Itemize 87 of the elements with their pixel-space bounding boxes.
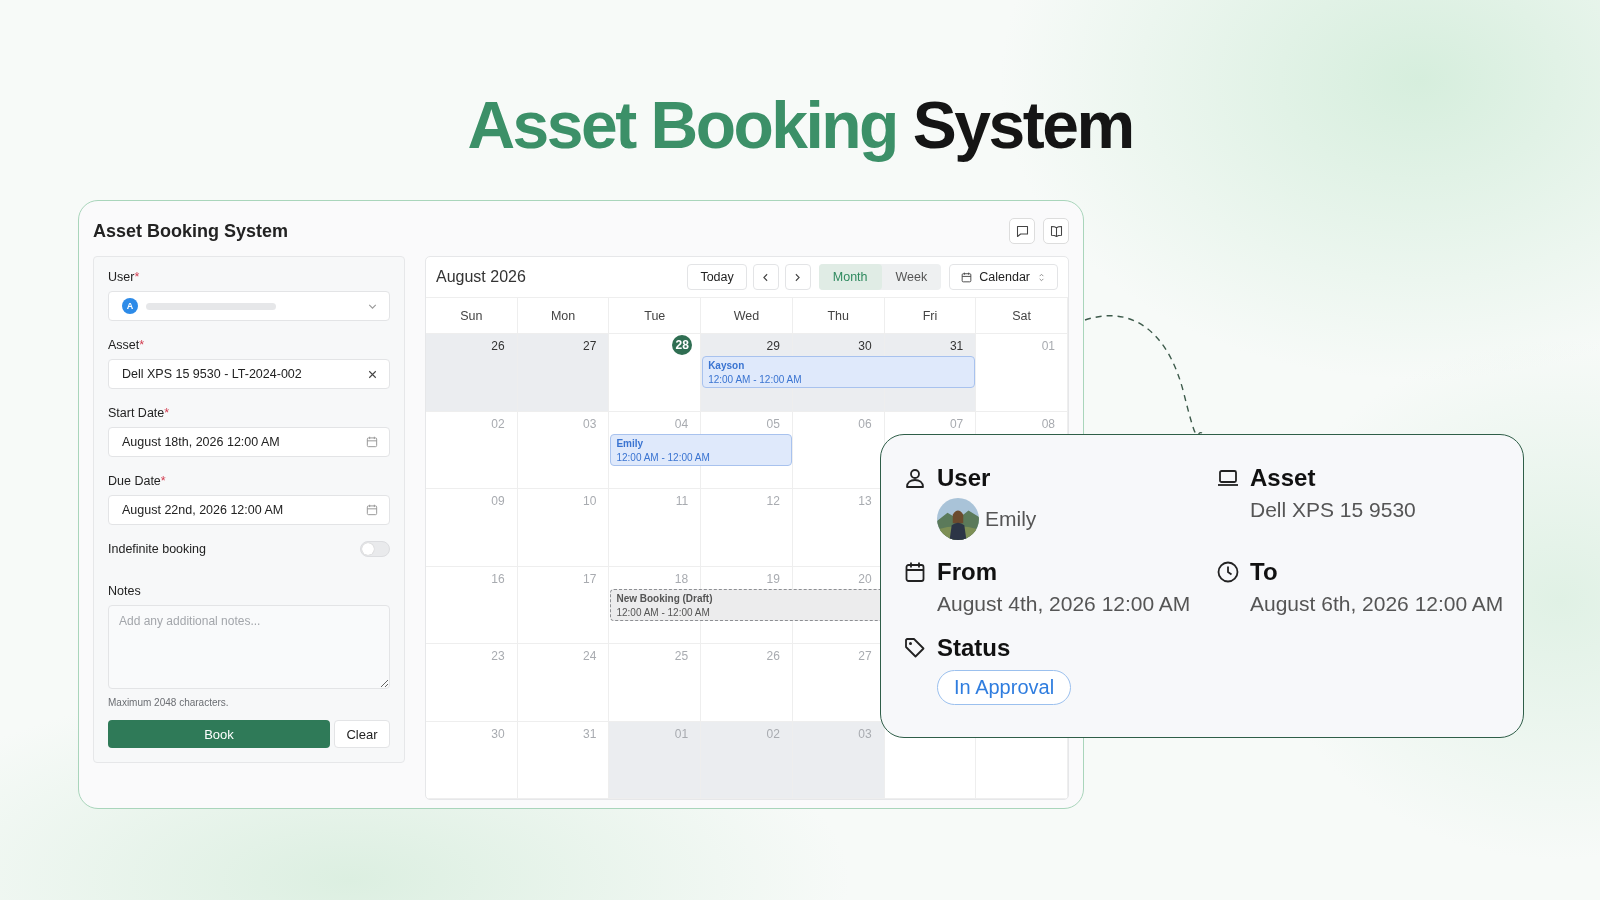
booking-event[interactable]: Kayson 12:00 AM - 12:00 AM bbox=[702, 356, 976, 388]
weekday-label: Thu bbox=[792, 298, 885, 333]
notes-field[interactable]: Add any additional notes... bbox=[108, 605, 390, 689]
book-icon bbox=[1048, 223, 1064, 239]
docs-button[interactable] bbox=[1043, 218, 1069, 244]
date-number: 03 bbox=[858, 725, 872, 743]
date-number: 01 bbox=[674, 725, 689, 743]
date-number: 30 bbox=[858, 338, 872, 355]
hint-text: Maximum 2048 characters. bbox=[108, 697, 230, 708]
date-field[interactable]: August 18th, 2026 12:00 AM bbox=[108, 427, 390, 457]
user-select[interactable]: A bbox=[108, 291, 390, 321]
section-heading: From bbox=[937, 558, 997, 586]
month-title: August 2026 bbox=[436, 268, 527, 286]
date-field[interactable]: August 22nd, 2026 12:00 AM bbox=[108, 495, 390, 525]
date-number: 10 bbox=[583, 493, 597, 510]
date-number: 27 bbox=[858, 648, 872, 665]
weekday-label: Tue bbox=[609, 298, 702, 333]
today-button[interactable]: Today bbox=[687, 264, 747, 290]
weekday-label: Sun bbox=[426, 298, 518, 333]
weekday-label: Mon bbox=[517, 298, 610, 333]
date-number: 04 bbox=[674, 415, 689, 433]
date-number: 18 bbox=[674, 570, 689, 588]
view-tab[interactable]: Week bbox=[881, 264, 942, 290]
date-number: 19 bbox=[766, 570, 780, 588]
date-number: 01 bbox=[1041, 338, 1055, 355]
calendar-icon bbox=[960, 270, 974, 284]
person-icon bbox=[903, 466, 927, 490]
date-number: 27 bbox=[583, 338, 597, 355]
date-number: 08 bbox=[1041, 415, 1055, 433]
toggle-switch[interactable] bbox=[360, 541, 390, 557]
weekday-label: Wed bbox=[701, 298, 793, 333]
today-date: 28 bbox=[672, 335, 693, 355]
calendar-select[interactable]: Calendar bbox=[949, 264, 1058, 290]
field-label: Asset* bbox=[108, 337, 146, 353]
asset-select[interactable]: Dell XPS 15 9530 - LT-2024-002 bbox=[108, 359, 390, 389]
date-number: 07 bbox=[949, 415, 964, 433]
date-number: 26 bbox=[766, 648, 780, 665]
weekday-label: Fri bbox=[884, 298, 977, 333]
date-number: 02 bbox=[491, 415, 505, 433]
weekday-label: Sat bbox=[976, 298, 1068, 333]
status-badge: In Approval bbox=[937, 670, 1072, 705]
tag-icon bbox=[903, 636, 927, 660]
date-number: 30 bbox=[491, 725, 505, 743]
field-label: Notes bbox=[108, 583, 142, 599]
date-number: 24 bbox=[583, 648, 597, 665]
date-number: 26 bbox=[491, 338, 505, 355]
date-number: 05 bbox=[766, 415, 780, 433]
calendar-icon bbox=[365, 503, 379, 517]
date-number: 16 bbox=[491, 570, 505, 588]
book-button[interactable]: Book bbox=[108, 720, 330, 748]
date-number: 31 bbox=[583, 725, 597, 743]
section-heading: To bbox=[1250, 558, 1278, 586]
date-number: 11 bbox=[675, 493, 689, 510]
calendar-icon bbox=[903, 560, 927, 584]
user-name: Emily bbox=[985, 507, 1037, 531]
user-avatar: A bbox=[122, 298, 138, 314]
app-title: Asset Booking System bbox=[93, 220, 289, 242]
field-label: Due Date* bbox=[108, 473, 167, 489]
field-label: User* bbox=[108, 269, 141, 285]
detail-value: August 4th, 2026 12:00 AM bbox=[937, 592, 1192, 616]
date-number: 20 bbox=[858, 570, 872, 588]
date-number: 12 bbox=[766, 493, 780, 510]
detail-value: August 6th, 2026 12:00 AM bbox=[1250, 592, 1504, 616]
date-number: 23 bbox=[491, 648, 505, 665]
calendar-icon bbox=[365, 435, 379, 449]
date-number: 17 bbox=[583, 570, 597, 588]
field-label: Start Date* bbox=[108, 405, 171, 421]
detail-value: Dell XPS 15 9530 bbox=[1250, 498, 1417, 522]
feedback-button[interactable] bbox=[1009, 218, 1035, 244]
section-heading: User bbox=[937, 464, 991, 492]
date-number: 29 bbox=[766, 338, 780, 355]
view-tab[interactable]: Month bbox=[818, 264, 882, 290]
date-number: 13 bbox=[858, 493, 872, 510]
section-heading: Status bbox=[937, 634, 1011, 662]
clock-icon bbox=[1216, 560, 1240, 584]
date-number: 25 bbox=[674, 648, 689, 665]
date-number: 09 bbox=[491, 493, 505, 510]
date-number: 03 bbox=[583, 415, 597, 433]
date-number: 31 bbox=[949, 338, 964, 355]
section-heading: Asset bbox=[1250, 464, 1316, 492]
sort-arrows-icon bbox=[1036, 271, 1047, 283]
chat-icon bbox=[1014, 223, 1030, 239]
date-number: 06 bbox=[858, 415, 872, 433]
toggle-label: Indefinite booking bbox=[108, 542, 206, 556]
booking-event[interactable]: Emily 12:00 AM - 12:00 AM bbox=[610, 433, 792, 466]
clear-button[interactable]: Clear bbox=[334, 720, 390, 748]
date-number: 02 bbox=[766, 725, 780, 743]
